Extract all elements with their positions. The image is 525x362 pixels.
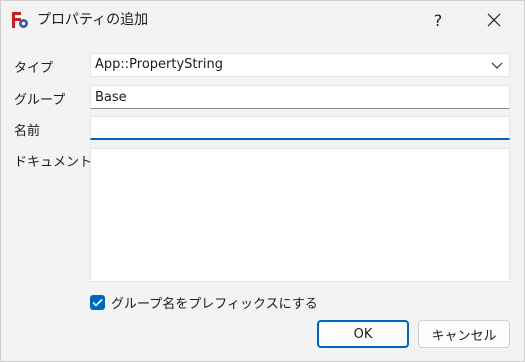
freecad-app-icon [11, 11, 29, 29]
prefix-checkbox[interactable] [90, 294, 105, 310]
checkmark-icon [92, 298, 103, 307]
group-value: Base [95, 90, 127, 105]
type-value: App::PropertyString [95, 57, 223, 72]
type-label: タイプ [14, 61, 54, 76]
type-dropdown[interactable]: App::PropertyString [90, 53, 510, 77]
help-label: ? [433, 10, 443, 30]
title-bar[interactable]: プロパティの追加 ? [1, 1, 524, 39]
name-label: 名前 [14, 124, 41, 139]
prefix-checkbox-label: グループ名をプレフィックスにする [111, 296, 318, 312]
ok-button[interactable]: OK [317, 320, 409, 348]
dialog-title: プロパティの追加 [37, 12, 149, 28]
name-input[interactable] [90, 116, 510, 140]
group-input[interactable]: Base [90, 85, 510, 109]
ok-button-label: OK [353, 326, 373, 342]
documentation-textarea[interactable] [90, 148, 510, 282]
prefix-checkbox-row[interactable]: グループ名をプレフィックスにする [90, 292, 318, 312]
cancel-button[interactable]: キャンセル [418, 320, 510, 348]
close-button[interactable] [471, 1, 517, 39]
close-icon [487, 13, 501, 27]
help-button[interactable]: ? [415, 1, 461, 39]
cancel-button-label: キャンセル [431, 328, 497, 344]
chevron-down-icon [491, 62, 503, 69]
group-label: グループ [14, 93, 66, 108]
add-property-dialog: プロパティの追加 ? タイプ App::PropertyString グループ … [0, 0, 525, 362]
documentation-label: ドキュメント [14, 155, 93, 170]
